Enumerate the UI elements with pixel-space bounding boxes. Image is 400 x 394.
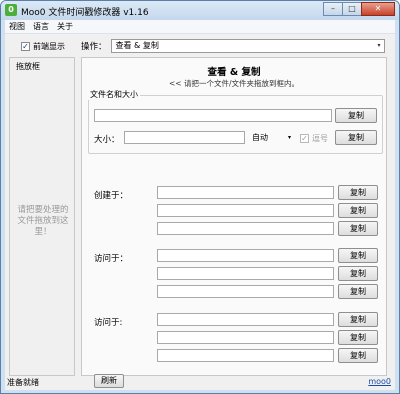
status-text: 准备就绪 — [7, 378, 39, 387]
modified-field-2[interactable] — [157, 331, 334, 344]
window-controls: – □ ✕ — [323, 2, 395, 16]
drop-zone-title: 拖放框 — [16, 62, 40, 71]
accessed-field-2[interactable] — [157, 267, 334, 280]
copy-accessed-3-button[interactable]: 复制 — [338, 284, 378, 299]
title-bar[interactable]: 0 Moo0 文件时间戳修改器 v1.16 – □ ✕ — [1, 1, 399, 20]
copy-created-2-button[interactable]: 复制 — [338, 203, 378, 218]
always-on-top-toggle[interactable]: ✓ 前端显示 — [21, 41, 65, 52]
accessed-field-3[interactable] — [157, 285, 334, 298]
panel-subtitle: << 请把一个文件/文件夹拖放到框内。 — [169, 79, 299, 88]
drop-zone-hint: 请把要处理的文件拖放到这里！ — [17, 205, 69, 237]
created-field-1[interactable] — [157, 186, 334, 199]
menu-view[interactable]: 视图 — [5, 21, 29, 32]
name-size-legend: 文件名和大小 — [88, 89, 140, 100]
size-field[interactable] — [124, 131, 245, 144]
created-label: 创建于： — [94, 191, 129, 201]
copy-filename-button[interactable]: 复制 — [335, 108, 377, 123]
chevron-down-icon: ▾ — [377, 42, 381, 49]
menu-language[interactable]: 语言 — [29, 21, 53, 32]
app-icon: 0 — [5, 4, 17, 16]
always-on-top-label: 前端显示 — [33, 42, 65, 51]
copy-accessed-1-button[interactable]: 复制 — [338, 248, 378, 263]
filename-field[interactable] — [94, 109, 332, 122]
operation-label: 操作： — [81, 42, 107, 52]
size-label: 大小： — [94, 135, 120, 145]
created-field-3[interactable] — [157, 222, 334, 235]
close-button[interactable]: ✕ — [361, 2, 395, 16]
copy-modified-3-button[interactable]: 复制 — [338, 348, 378, 363]
copy-created-1-button[interactable]: 复制 — [338, 185, 378, 200]
copy-modified-2-button[interactable]: 复制 — [338, 330, 378, 345]
copy-accessed-2-button[interactable]: 复制 — [338, 266, 378, 281]
comma-toggle[interactable]: ✓ 逗号 — [300, 133, 328, 144]
panel-title: 查看 & 复制 — [207, 67, 261, 78]
maximize-button[interactable]: □ — [342, 2, 362, 16]
modified-field-3[interactable] — [157, 349, 334, 362]
copy-size-button[interactable]: 复制 — [335, 130, 377, 145]
modified-field-1[interactable] — [157, 313, 334, 326]
moo0-link[interactable]: moo0 — [368, 377, 391, 386]
comma-checkbox[interactable]: ✓ — [300, 134, 309, 143]
comma-label: 逗号 — [312, 134, 328, 143]
operation-row: 操作： 查看 & 复制 ▾ — [81, 39, 385, 53]
app-window: 0 Moo0 文件时间戳修改器 v1.16 – □ ✕ 视图 语言 关于 ✓ 前… — [0, 0, 400, 394]
accessed-field-1[interactable] — [157, 249, 334, 262]
copy-created-3-button[interactable]: 复制 — [338, 221, 378, 236]
chevron-down-icon: ▾ — [287, 134, 291, 141]
menu-bar: 视图 语言 关于 — [5, 20, 395, 34]
minimize-button[interactable]: – — [323, 2, 343, 16]
window-title: Moo0 文件时间戳修改器 v1.16 — [21, 8, 149, 18]
operation-selected-value: 查看 & 复制 — [115, 41, 159, 50]
name-size-group — [88, 95, 383, 154]
operation-select[interactable]: 查看 & 复制 ▾ — [110, 39, 385, 53]
drop-zone[interactable]: 拖放框 请把要处理的文件拖放到这里！ — [9, 57, 75, 376]
accessed-label: 访问于： — [94, 254, 129, 264]
size-unit-select[interactable]: 自动 ▾ — [248, 131, 294, 144]
view-copy-panel: 查看 & 复制 << 请把一个文件/文件夹拖放到框内。 文件名和大小 复制 大小… — [81, 57, 387, 388]
size-unit-value: 自动 — [252, 133, 268, 142]
created-field-2[interactable] — [157, 204, 334, 217]
always-on-top-checkbox[interactable]: ✓ — [21, 42, 30, 51]
status-bar: 准备就绪 moo0 — [5, 376, 395, 390]
menu-about[interactable]: 关于 — [53, 21, 77, 32]
modified-label: 访问于: — [94, 318, 123, 328]
copy-modified-1-button[interactable]: 复制 — [338, 312, 378, 327]
client-area: 视图 语言 关于 ✓ 前端显示 操作： 查看 & 复制 ▾ 拖放框 请把要处理的… — [5, 20, 395, 390]
